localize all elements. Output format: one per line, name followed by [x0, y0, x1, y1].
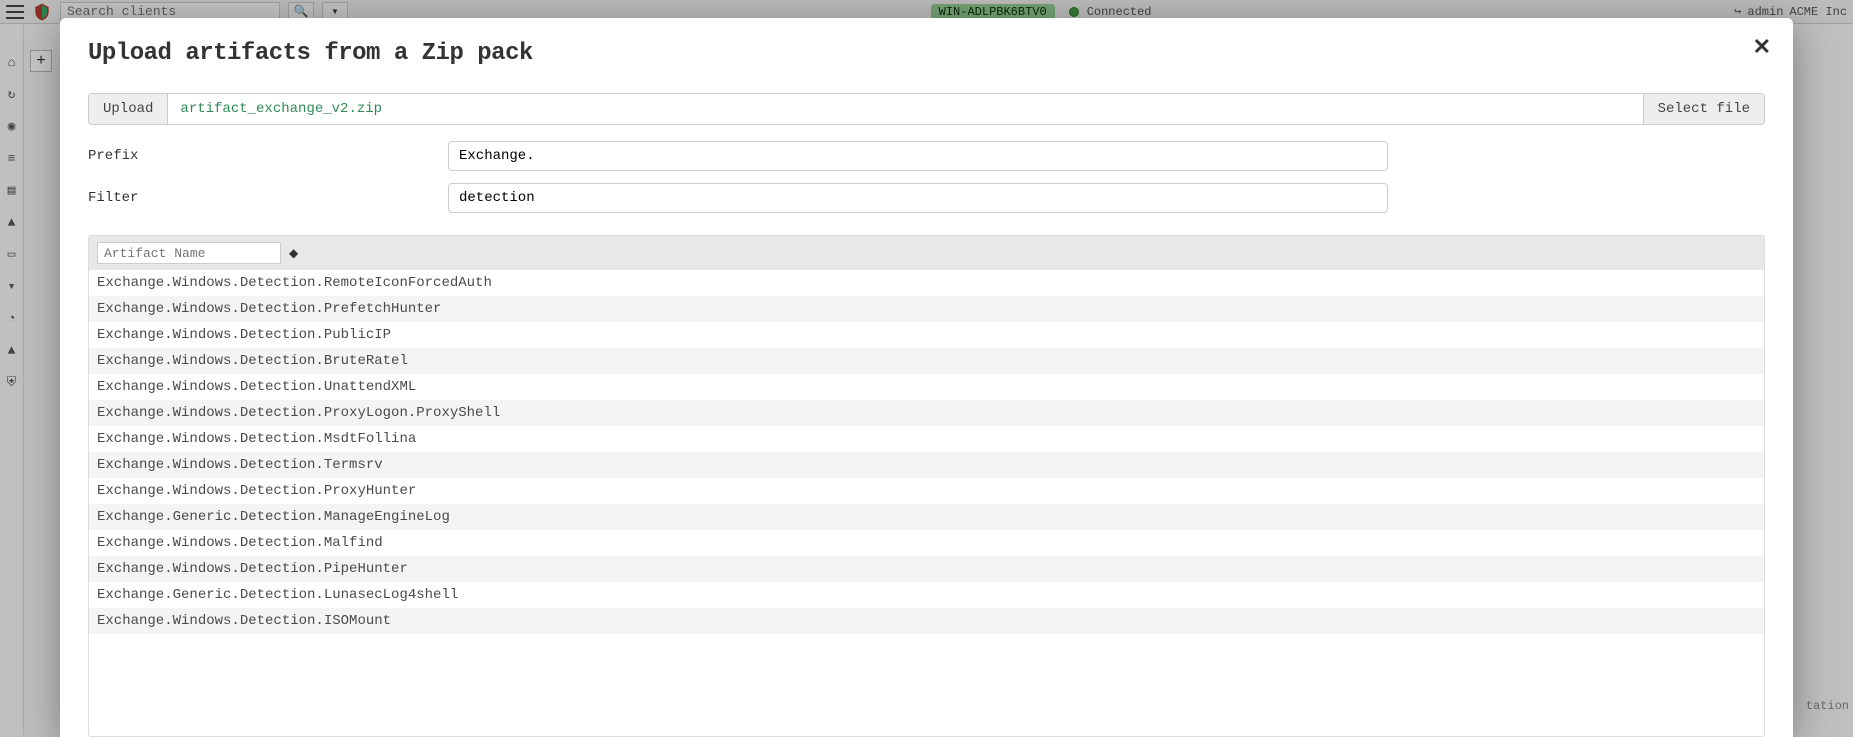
table-body: Exchange.Windows.Detection.RemoteIconFor…	[89, 270, 1764, 634]
add-button[interactable]: +	[30, 50, 52, 72]
modal-close-button[interactable]: ✕	[1753, 36, 1771, 58]
upload-artifacts-modal: ✕ Upload artifacts from a Zip pack Uploa…	[60, 18, 1793, 737]
hamburger-icon[interactable]	[6, 5, 24, 19]
artifact-row[interactable]: Exchange.Windows.Detection.RemoteIconFor…	[89, 270, 1764, 296]
artifact-row[interactable]: Exchange.Windows.Detection.PipeHunter	[89, 556, 1764, 582]
artifact-row[interactable]: Exchange.Windows.Detection.MsdtFollina	[89, 426, 1764, 452]
nav-shield-icon[interactable]: ⛨	[4, 374, 20, 390]
nav-monitor-icon[interactable]: ▭	[4, 246, 20, 262]
prefix-input[interactable]	[448, 141, 1388, 171]
close-icon: ✕	[1753, 34, 1771, 59]
nav-eye-icon[interactable]: ◉	[4, 118, 20, 134]
nav-folder-icon[interactable]: ▾	[4, 278, 20, 294]
search-icon: 🔍	[294, 4, 309, 19]
artifact-row[interactable]: Exchange.Windows.Detection.Termsrv	[89, 452, 1764, 478]
upload-file-row: Upload artifact_exchange_v2.zip Select f…	[88, 93, 1765, 125]
logout-icon: ↪	[1734, 4, 1741, 19]
prefix-label: Prefix	[88, 148, 448, 164]
org-name: ACME Inc	[1789, 5, 1847, 19]
nav-user-icon[interactable]: ▲	[4, 214, 20, 230]
nav-list-icon[interactable]: ≡	[4, 150, 20, 166]
left-nav-rail: ⌂ ↻ ◉ ≡ ▤ ▲ ▭ ▾ ◔ ▲ ⛨	[0, 24, 24, 737]
artifacts-table: ◆ Exchange.Windows.Detection.RemoteIconF…	[88, 235, 1765, 737]
user-name: admin	[1747, 5, 1783, 19]
artifact-row[interactable]: Exchange.Windows.Detection.ISOMount	[89, 608, 1764, 634]
select-file-button[interactable]: Select file	[1643, 94, 1764, 124]
plus-icon: +	[36, 52, 46, 70]
artifact-row[interactable]: Exchange.Windows.Detection.Malfind	[89, 530, 1764, 556]
filter-row: Filter	[88, 183, 1765, 213]
artifact-row[interactable]: Exchange.Windows.Detection.PublicIP	[89, 322, 1764, 348]
upload-filename: artifact_exchange_v2.zip	[168, 94, 1642, 124]
artifact-row[interactable]: Exchange.Generic.Detection.LunasecLog4sh…	[89, 582, 1764, 608]
nav-clock-icon[interactable]: ◔	[4, 310, 20, 326]
nav-flask-icon[interactable]: ▲	[4, 342, 20, 358]
column-filter-input[interactable]	[97, 242, 281, 264]
modal-title: Upload artifacts from a Zip pack	[88, 40, 1765, 67]
nav-home-icon[interactable]: ⌂	[4, 54, 20, 70]
nav-refresh-icon[interactable]: ↻	[4, 86, 20, 102]
footer-hint-text: tation	[1806, 699, 1849, 713]
sort-toggle-icon[interactable]: ◆	[289, 247, 298, 259]
filter-label: Filter	[88, 190, 448, 206]
nav-clipboard-icon[interactable]: ▤	[4, 182, 20, 198]
filter-input[interactable]	[448, 183, 1388, 213]
upload-label: Upload	[89, 94, 168, 124]
artifact-row[interactable]: Exchange.Windows.Detection.BruteRatel	[89, 348, 1764, 374]
artifact-row[interactable]: Exchange.Windows.Detection.PrefetchHunte…	[89, 296, 1764, 322]
artifact-row[interactable]: Exchange.Generic.Detection.ManageEngineL…	[89, 504, 1764, 530]
artifact-row[interactable]: Exchange.Windows.Detection.ProxyHunter	[89, 478, 1764, 504]
artifact-row[interactable]: Exchange.Windows.Detection.ProxyLogon.Pr…	[89, 400, 1764, 426]
app-logo-icon	[32, 2, 52, 22]
prefix-row: Prefix	[88, 141, 1765, 171]
user-menu[interactable]: ↪ admin ACME Inc	[1734, 4, 1847, 19]
connection-indicator-icon	[1069, 7, 1079, 17]
caret-down-icon: ▾	[331, 4, 338, 19]
connection-status: Connected	[1087, 5, 1152, 19]
table-header: ◆	[89, 236, 1764, 270]
artifact-row[interactable]: Exchange.Windows.Detection.UnattendXML	[89, 374, 1764, 400]
